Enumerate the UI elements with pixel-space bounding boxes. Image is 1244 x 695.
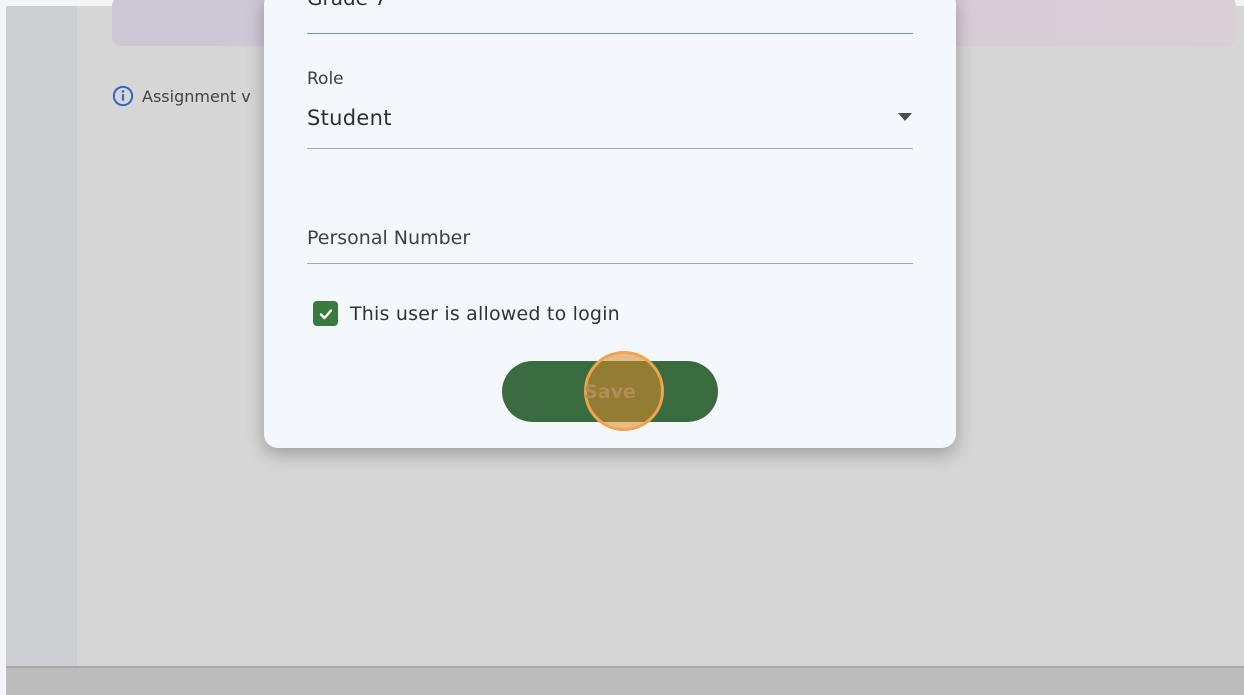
screen: Assignment v Grade 7 Role Student Person… — [0, 0, 1244, 695]
caret-down-icon[interactable] — [897, 112, 913, 122]
assignment-info-text: Assignment v — [142, 86, 251, 106]
allow-login-checkbox[interactable] — [313, 301, 338, 326]
bottom-bar — [6, 666, 1244, 695]
role-label: Role — [307, 69, 344, 89]
left-rail — [6, 6, 77, 666]
chevron-down-icon — [901, 0, 911, 2]
save-button-label: Save — [584, 380, 636, 403]
grade-field-value: Grade 7 — [307, 0, 387, 10]
role-select[interactable]: Student — [307, 94, 913, 149]
allow-login-label: This user is allowed to login — [350, 302, 620, 325]
personal-number-field[interactable]: Personal Number — [307, 218, 913, 264]
save-button[interactable]: Save — [502, 361, 718, 422]
role-value: Student — [307, 106, 392, 130]
check-icon — [319, 308, 332, 319]
edit-user-dialog: Grade 7 Role Student Personal Number Thi… — [264, 0, 956, 448]
info-circle-icon — [112, 85, 134, 107]
personal-number-label: Personal Number — [307, 227, 471, 249]
grade-field[interactable]: Grade 7 — [307, 0, 913, 34]
assignment-info: Assignment v — [112, 84, 251, 108]
allow-login-checkbox-row[interactable]: This user is allowed to login — [313, 301, 620, 326]
